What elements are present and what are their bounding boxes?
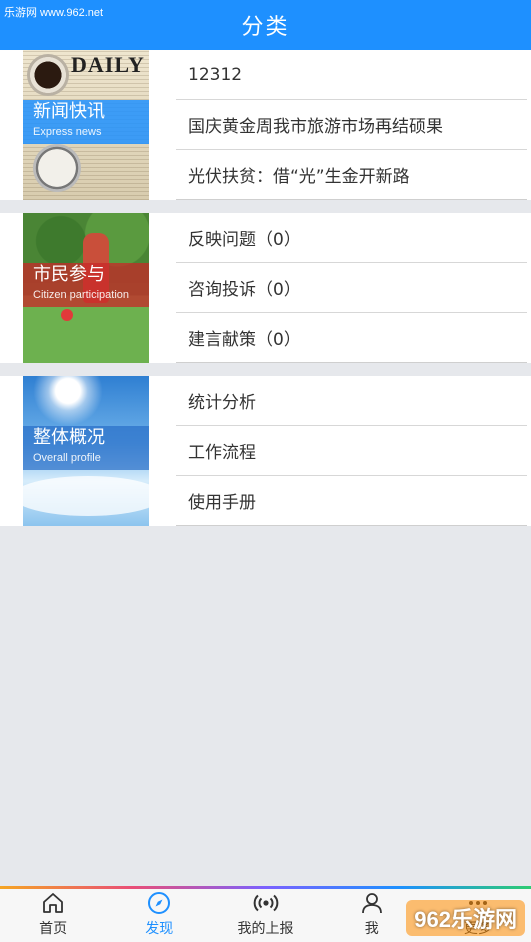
tab-home[interactable]: 首页 <box>0 889 106 942</box>
list-item[interactable]: 国庆黄金周我市旅游市场再结硕果 <box>176 100 527 150</box>
tab-label: 首页 <box>39 921 68 937</box>
thumb-subtitle: Overall profile <box>33 452 101 464</box>
list-item[interactable]: 建言献策（0） <box>176 313 527 363</box>
list-item[interactable]: 咨询投诉（0） <box>176 263 527 313</box>
tab-label: 发现 <box>145 921 174 937</box>
broadcast-icon <box>253 890 279 916</box>
news-thumbnail[interactable]: DAILY 新闻快讯 Express news <box>23 50 149 200</box>
tab-label: 我 <box>364 921 379 937</box>
sun-image <box>33 376 103 426</box>
watermark-text: 乐游网 www.962.net <box>4 7 104 19</box>
cloud-image <box>23 476 149 516</box>
news-list: 12312 国庆黄金周我市旅游市场再结硕果 光伏扶贫：借“光”生金开新路 <box>176 50 527 200</box>
watermark-logo: 962乐游网 <box>406 900 525 936</box>
page-title: 分类 <box>241 15 290 40</box>
thumb-subtitle: Citizen participation <box>33 289 129 301</box>
list-item[interactable]: 12312 <box>176 50 527 100</box>
tab-label: 我的上报 <box>237 921 294 937</box>
section-citizen: 市民参与 Citizen participation 反映问题（0） 咨询投诉（… <box>0 213 531 363</box>
list-item[interactable]: 光伏扶贫：借“光”生金开新路 <box>176 150 527 200</box>
home-icon <box>41 890 65 916</box>
thumb-title: 市民参与 <box>33 264 105 285</box>
citizen-thumbnail[interactable]: 市民参与 Citizen participation <box>23 213 149 363</box>
list-item[interactable]: 反映问题（0） <box>176 213 527 263</box>
thumb-label: 市民参与 Citizen participation <box>23 263 149 307</box>
thumb-subtitle: Express news <box>33 126 102 138</box>
overall-thumbnail[interactable]: 整体概况 Overall profile <box>23 376 149 526</box>
list-item[interactable]: 工作流程 <box>176 426 527 476</box>
newspaper-masthead: DAILY <box>71 52 145 77</box>
compass-icon <box>147 890 171 916</box>
tab-my-reports[interactable]: 我的上报 <box>212 889 318 942</box>
overall-list: 统计分析 工作流程 使用手册 <box>176 376 527 526</box>
section-news: DAILY 新闻快讯 Express news 12312 国庆黄金周我市旅游市… <box>0 50 531 200</box>
citizen-list: 反映问题（0） 咨询投诉（0） 建言献策（0） <box>176 213 527 363</box>
list-item[interactable]: 使用手册 <box>176 476 527 526</box>
coffee-cup-image <box>27 54 69 96</box>
bottom-tabbar: 首页 发现 我的上报 我 更多 962乐游网 <box>0 886 531 942</box>
tab-discover[interactable]: 发现 <box>106 889 212 942</box>
user-icon <box>360 890 384 916</box>
section-overall: 整体概况 Overall profile 统计分析 工作流程 使用手册 <box>0 376 531 526</box>
thumb-label: 整体概况 Overall profile <box>23 426 149 470</box>
thumb-label: 新闻快讯 Express news <box>23 100 149 144</box>
thumb-title: 新闻快讯 <box>33 101 105 122</box>
ball-image <box>61 309 73 321</box>
list-item[interactable]: 统计分析 <box>176 376 527 426</box>
thumb-title: 整体概况 <box>33 427 105 448</box>
stopwatch-image <box>33 144 81 192</box>
